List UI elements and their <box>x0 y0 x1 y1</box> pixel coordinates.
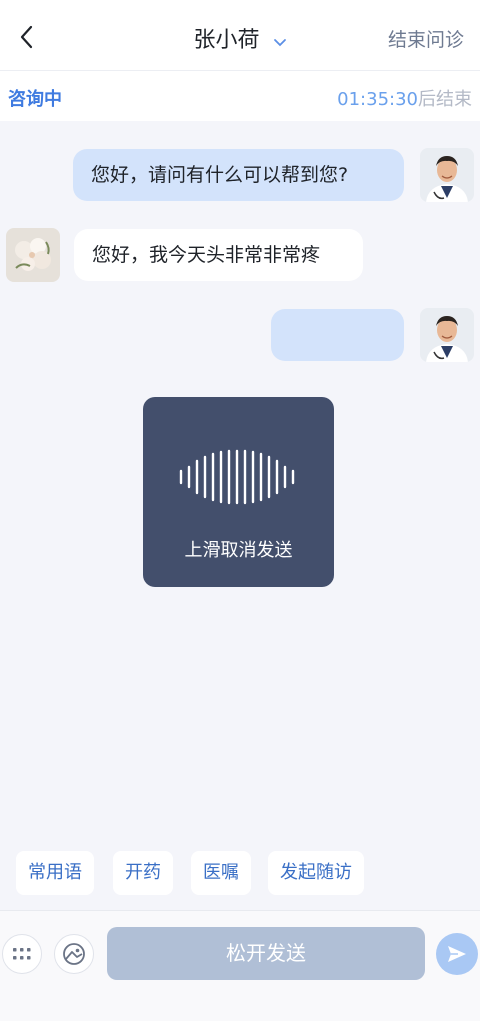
input-bar: 松开发送 <box>0 910 480 1021</box>
grid-icon <box>13 948 31 960</box>
message-text: 您好，请问有什么可以帮到您? <box>91 164 349 186</box>
doctor-avatar[interactable] <box>420 148 474 202</box>
end-consultation-button[interactable]: 结束问诊 <box>388 25 464 52</box>
countdown-time: 01:35:30 <box>337 89 418 110</box>
quick-reply-follow-up[interactable]: 发起随访 <box>268 851 364 895</box>
quick-reply-prescribe[interactable]: 开药 <box>113 851 173 895</box>
voice-recording-panel: 上滑取消发送 <box>143 397 334 587</box>
pending-voice-bubble <box>271 309 404 361</box>
countdown-suffix: 后结束 <box>418 89 472 110</box>
message-bubble[interactable]: 您好，请问有什么可以帮到您? <box>73 149 404 201</box>
hold-to-talk-button[interactable]: 松开发送 <box>107 927 425 980</box>
patient-avatar[interactable] <box>6 228 60 282</box>
message-bubble[interactable]: 您好，我今天头非常非常疼 <box>74 229 363 281</box>
doctor-avatar[interactable] <box>420 308 474 362</box>
image-icon <box>63 943 85 965</box>
quick-reply-common-phrases[interactable]: 常用语 <box>16 851 94 895</box>
quick-reply-medical-advice[interactable]: 医嘱 <box>191 851 251 895</box>
chevron-down-icon <box>273 29 287 54</box>
status-label: 咨询中 <box>8 89 62 110</box>
quick-reply-bar: 常用语 开药 医嘱 发起随访 <box>0 851 480 897</box>
message-text: 您好，我今天头非常非常疼 <box>92 244 321 266</box>
send-icon <box>448 946 466 962</box>
image-button[interactable] <box>54 934 94 974</box>
cancel-hint: 上滑取消发送 <box>184 540 293 561</box>
send-button[interactable] <box>436 933 478 975</box>
voice-wave-icon <box>179 449 295 505</box>
countdown: 01:35:30后结束 <box>337 85 472 111</box>
more-options-button[interactable] <box>2 934 42 974</box>
consultation-status-bar: 咨询中 01:35:30后结束 <box>0 71 480 121</box>
header: 张小荷 结束问诊 <box>0 0 480 71</box>
page-title: 张小荷 <box>193 28 260 53</box>
